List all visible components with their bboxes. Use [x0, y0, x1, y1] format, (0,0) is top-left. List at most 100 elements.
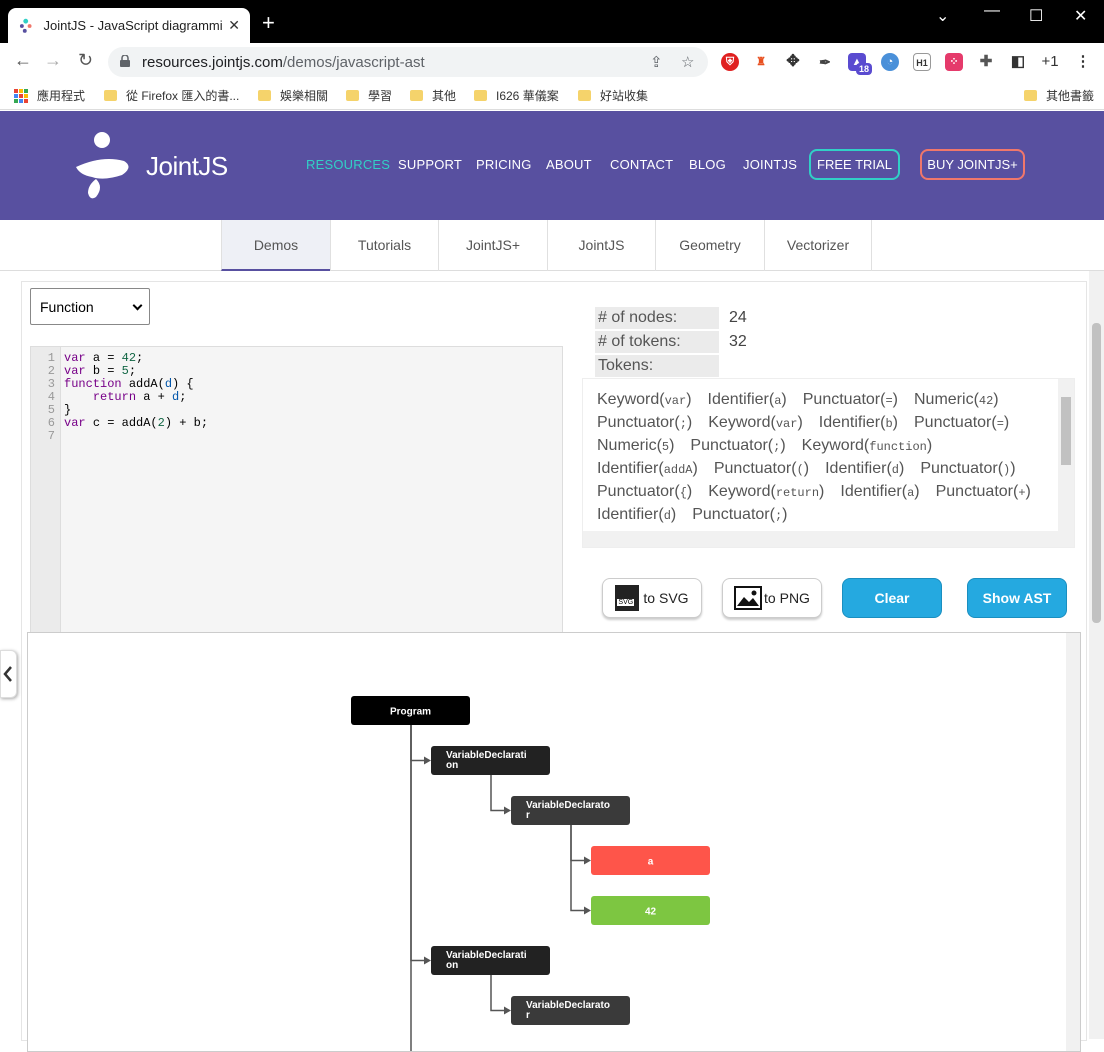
token-item: Identifier(addA) — [597, 460, 698, 477]
svg-text:42: 42 — [645, 907, 657, 918]
chrome-menu-icon[interactable]: ⋮ — [1074, 53, 1092, 71]
token-list[interactable]: Keyword(var) Identifier(a) Punctuator(=) Nu… — [582, 378, 1075, 548]
export-png-button[interactable]: to PNG — [722, 578, 822, 618]
tab-jointjs-plus[interactable]: JointJS+ — [438, 220, 547, 271]
ast-link-arrow — [504, 1006, 511, 1015]
bookmark-apps[interactable]: 應用程式 — [14, 87, 85, 104]
maximize-icon[interactable]: ☐ — [1029, 6, 1043, 26]
feather-extension-icon[interactable]: ✒ — [816, 53, 834, 71]
code-line: 4 return a + d; — [47, 390, 187, 404]
ast-node[interactable]: VariableDeclarator — [511, 796, 630, 825]
paper-vscroll[interactable] — [1066, 633, 1080, 1051]
nav-blog[interactable]: BLOG — [689, 157, 726, 172]
token-item: Punctuator(;) — [597, 414, 693, 431]
bookmark-folder[interactable]: 娛樂相關 — [258, 87, 328, 104]
svg-text:r: r — [526, 1010, 530, 1021]
ast-link-arrow — [584, 856, 591, 865]
example-select[interactable]: Function — [30, 288, 150, 325]
nav-about[interactable]: ABOUT — [546, 157, 592, 172]
bookmarks-bar: 應用程式 從 Firefox 匯入的書... 娛樂相關 學習 其他 I626 華… — [0, 79, 1104, 110]
logo-text: JointJS — [146, 150, 228, 181]
share-icon[interactable]: ⇪ — [650, 53, 663, 71]
nav-contact[interactable]: CONTACT — [610, 157, 673, 172]
token-list-hscroll[interactable] — [583, 531, 1074, 547]
sidebar-toggle[interactable] — [0, 650, 17, 698]
reload-icon[interactable]: ↻ — [78, 51, 93, 69]
back-icon[interactable]: ← — [14, 51, 32, 69]
bookmark-star-icon[interactable]: ☆ — [681, 53, 694, 71]
token-item: Punctuator()) — [920, 460, 1016, 477]
lock-icon — [120, 55, 130, 67]
jointjs-favicon-icon — [19, 18, 32, 33]
apps-grid-icon — [14, 88, 28, 103]
side-panel-icon[interactable]: ◧ — [1009, 53, 1027, 71]
nav-support[interactable]: SUPPORT — [398, 157, 462, 172]
scroll-thumb[interactable] — [1061, 397, 1071, 465]
bookmark-folder[interactable]: 好站收集 — [578, 87, 648, 104]
bookmark-label: I626 華儀案 — [496, 89, 559, 103]
forward-icon[interactable]: → — [44, 51, 62, 69]
browser-tab[interactable]: JointJS - JavaScript diagrammir ✕ — [8, 8, 250, 43]
token-item: Numeric(42) — [914, 391, 999, 408]
example-select-value: Function — [40, 299, 94, 315]
token-list-vscroll[interactable] — [1058, 379, 1074, 533]
close-tab-icon[interactable]: ✕ — [228, 17, 240, 34]
buy-jointjs-button[interactable]: BUY JOINTJS+ — [920, 149, 1025, 180]
code-editor[interactable]: 1 var a = 42; 2 var b = 5; 3 function addA(… — [30, 346, 563, 644]
ast-link — [570, 825, 585, 862]
bookmark-folder[interactable]: 從 Firefox 匯入的書... — [104, 87, 239, 104]
tab-demos[interactable]: Demos — [221, 220, 330, 271]
ast-paper[interactable]: Program VariableDeclarati on VariableDeclar… — [27, 632, 1081, 1052]
move-extension-icon[interactable]: ✥ — [784, 53, 802, 71]
palette-extension-icon[interactable]: ⁘ — [945, 53, 963, 71]
token-item: Numeric(5) — [597, 437, 675, 454]
tab-search-icon[interactable]: ⌄ — [936, 6, 949, 26]
bookmark-folder[interactable]: 學習 — [346, 87, 392, 104]
tab-tutorials[interactable]: Tutorials — [330, 220, 438, 271]
ublock-extension-icon[interactable]: ⛨ — [721, 53, 739, 71]
extensions-puzzle-icon[interactable]: ✚ — [977, 53, 995, 71]
nav-pricing[interactable]: PRICING — [476, 157, 532, 172]
other-bookmarks[interactable]: 其他書籤 — [1024, 87, 1094, 104]
resource-subtabs: Demos Tutorials JointJS+ JointJS Geometr… — [0, 220, 1104, 271]
ast-node[interactable]: VariableDeclarator — [511, 996, 630, 1025]
ast-node[interactable]: VariableDeclaration — [431, 746, 550, 775]
stat-tokens: # of tokens: 32 — [595, 331, 845, 353]
show-ast-button[interactable]: Show AST — [967, 578, 1067, 618]
close-window-icon[interactable]: ✕ — [1074, 6, 1087, 26]
bookmark-folder[interactable]: I626 華儀案 — [474, 87, 559, 104]
ast-link-arrow — [584, 906, 591, 915]
new-tab-icon[interactable]: + — [262, 12, 275, 34]
ast-link — [570, 825, 585, 912]
bookmark-folder[interactable]: 其他 — [410, 87, 456, 104]
token-item: Punctuator(;) — [692, 506, 788, 523]
tab-geometry[interactable]: Geometry — [655, 220, 764, 271]
folder-icon — [346, 90, 359, 101]
folder-icon — [474, 90, 487, 101]
nav-jointjs[interactable]: JOINTJS — [743, 157, 797, 172]
address-bar[interactable]: resources.jointjs.com/demos/javascript-a… — [108, 47, 708, 77]
token-item: Identifier(d) — [825, 460, 905, 477]
ast-node[interactable]: a — [591, 846, 710, 875]
minimize-icon[interactable]: — — [984, 2, 1000, 20]
tab-jointjs[interactable]: JointJS — [547, 220, 655, 271]
lighthouse-extension-icon[interactable]: ♜ — [752, 53, 770, 71]
page-scroll-thumb[interactable] — [1092, 323, 1101, 623]
folder-icon — [410, 90, 423, 101]
profile-button[interactable]: +1 — [1037, 53, 1063, 71]
token-item: Punctuator(=) — [802, 391, 898, 408]
ast-node[interactable]: Program — [351, 696, 470, 725]
free-trial-button[interactable]: FREE TRIAL — [809, 149, 900, 180]
ast-node[interactable]: VariableDeclaration — [431, 946, 550, 975]
clear-button[interactable]: Clear — [842, 578, 942, 618]
extension-badge: 18 — [856, 63, 872, 75]
ast-node[interactable]: 42 — [591, 896, 710, 925]
nav-resources[interactable]: RESOURCES — [306, 157, 390, 172]
svg-text:on: on — [446, 760, 458, 771]
page-scrollbar[interactable] — [1089, 271, 1104, 1039]
jointjs-logo[interactable]: JointJS — [74, 131, 234, 201]
h1-extension-icon[interactable]: H1 — [913, 53, 931, 71]
export-svg-button[interactable]: SVG to SVG — [602, 578, 702, 618]
compass-extension-icon[interactable]: ◔ — [881, 53, 899, 71]
tab-vectorizer[interactable]: Vectorizer — [764, 220, 872, 271]
